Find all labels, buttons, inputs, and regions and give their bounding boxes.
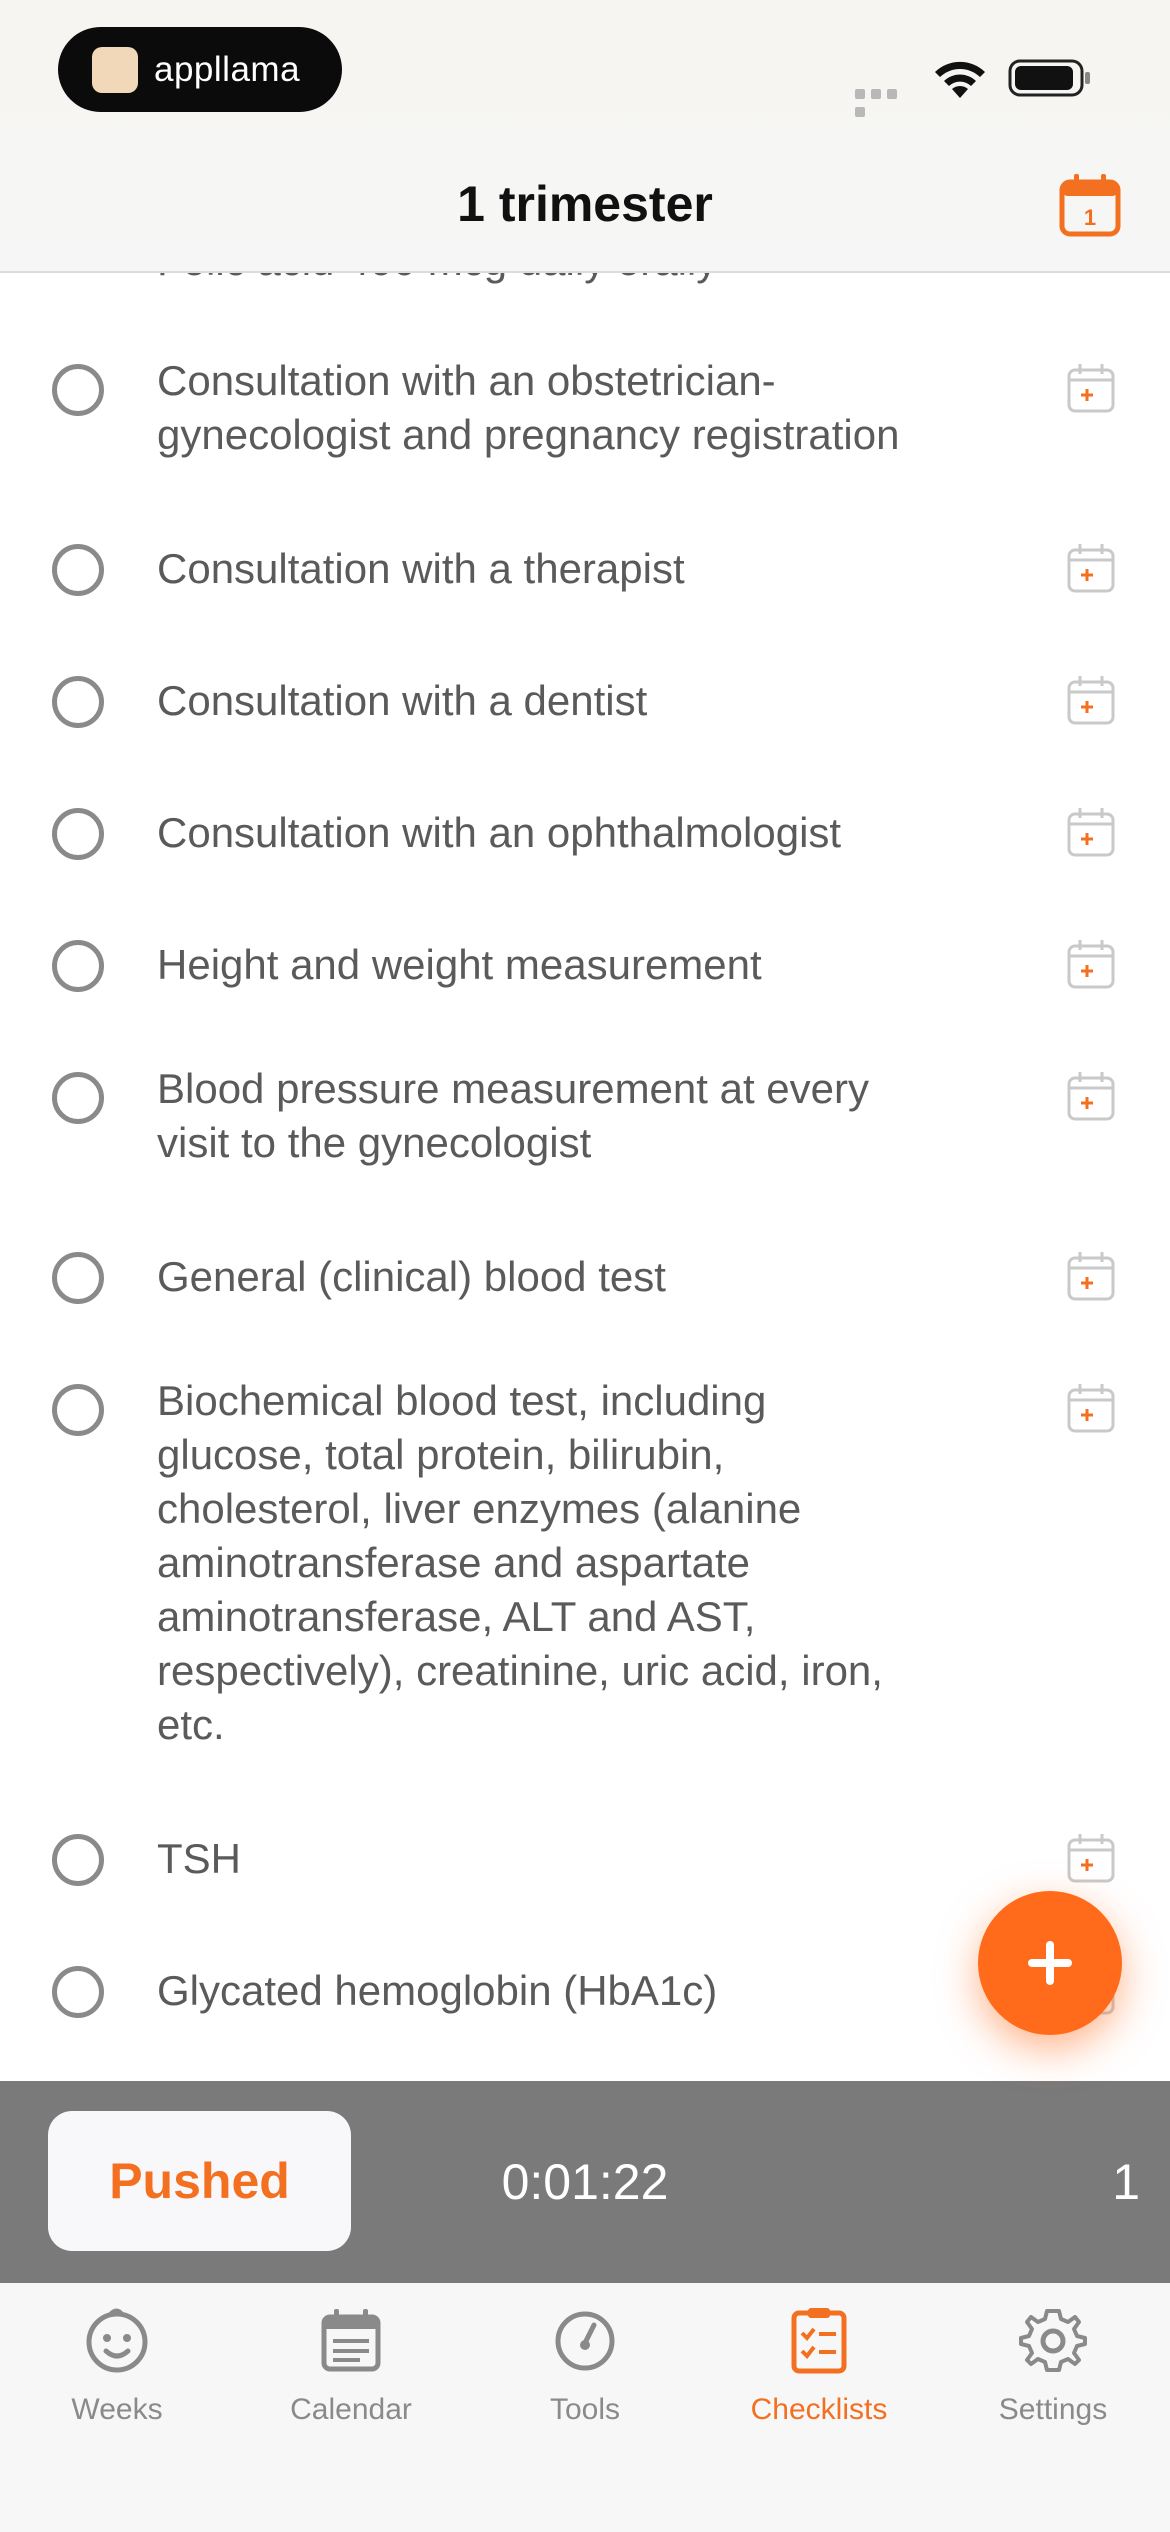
item-checkbox[interactable]	[52, 808, 104, 860]
item-label-line: etc.	[157, 1701, 225, 1748]
tab-label: Calendar	[290, 2393, 412, 2426]
contraction-timer-bar: Pushed 0:01:22 1	[0, 2081, 1170, 2283]
battery-icon	[1008, 59, 1090, 97]
item-label: Glycated hemoglobin (HbA1c)	[157, 1967, 718, 2014]
tab-weeks[interactable]: Weeks	[0, 2305, 234, 2455]
item-checkbox[interactable]	[52, 1966, 104, 2018]
checklist-icon	[791, 2308, 847, 2374]
calendar-date-icon[interactable]: 1	[1058, 172, 1122, 238]
calendar-icon	[321, 2309, 381, 2372]
baby-face-icon	[86, 2308, 148, 2373]
item-label: Consultation with a dentist	[157, 677, 648, 724]
tab-settings[interactable]: Settings	[936, 2305, 1170, 2455]
item-label: TSH	[157, 1835, 241, 1882]
tab-label: Tools	[549, 2393, 621, 2426]
item-checkbox[interactable]	[52, 1252, 104, 1304]
add-to-calendar-icon[interactable]	[1066, 1832, 1116, 1884]
tab-calendar[interactable]: Calendar	[234, 2305, 468, 2455]
add-to-calendar-icon[interactable]	[1066, 1250, 1116, 1302]
item-label: Consultation with a therapist	[157, 545, 685, 592]
svg-text:1: 1	[1084, 205, 1096, 230]
top-header: appllama 1 trimester 1	[0, 0, 1170, 273]
item-label-line: glucose, total protein, bilirubin,	[157, 1431, 725, 1478]
item-label-line: visit to the gynecologist	[157, 1119, 592, 1166]
item-checkbox[interactable]	[52, 364, 104, 416]
tab-label: Checklists	[750, 2393, 888, 2426]
item-label: Consultation with an obstetrician- gynec…	[157, 354, 997, 462]
item-checkbox[interactable]	[52, 1072, 104, 1124]
item-label: Blood pressure measurement at every visi…	[157, 1062, 997, 1170]
tab-label: Settings	[998, 2393, 1108, 2426]
cellular-signal-icon	[855, 86, 915, 117]
item-label: General (clinical) blood test	[157, 1253, 666, 1300]
item-label-line: aminotransferase, ALT and AST,	[157, 1593, 756, 1640]
elapsed-time: 0:01:22	[501, 2154, 669, 2210]
item-label-line: gynecologist and pregnancy registration	[157, 411, 900, 458]
add-to-calendar-icon[interactable]	[1066, 938, 1116, 990]
gauge-icon	[555, 2311, 615, 2371]
push-count: 1	[1112, 2154, 1140, 2210]
brand-badge: appllama	[58, 27, 342, 112]
item-label: Biochemical blood test, including glucos…	[157, 1374, 997, 1752]
add-to-calendar-icon[interactable]	[1066, 674, 1116, 726]
brand-name: appllama	[154, 49, 301, 89]
item-label-line: respectively), creatinine, uric acid, ir…	[157, 1647, 883, 1694]
add-to-calendar-icon[interactable]	[1066, 1382, 1116, 1434]
tab-tools[interactable]: Tools	[468, 2305, 702, 2455]
add-to-calendar-icon[interactable]	[1066, 542, 1116, 594]
tab-label: Weeks	[71, 2393, 163, 2426]
item-label-line: Consultation with an obstetrician-	[157, 357, 776, 404]
gear-icon	[1019, 2309, 1087, 2372]
page-title: 1 trimester	[457, 176, 713, 232]
item-checkbox[interactable]	[52, 544, 104, 596]
item-checkbox[interactable]	[52, 1834, 104, 1886]
item-checkbox[interactable]	[52, 1384, 104, 1436]
item-checkbox[interactable]	[52, 940, 104, 992]
item-label-line: aminotransferase and aspartate	[157, 1539, 751, 1586]
add-to-calendar-icon[interactable]	[1066, 1070, 1116, 1122]
item-label: Consultation with an ophthalmologist	[157, 809, 842, 856]
item-label: Height and weight measurement	[157, 941, 762, 988]
item-label-line: cholesterol, liver enzymes (alanine	[157, 1485, 802, 1532]
add-to-calendar-icon[interactable]	[1066, 362, 1116, 414]
pushed-button[interactable]: Pushed	[48, 2111, 351, 2251]
tab-checklists[interactable]: Checklists	[702, 2305, 936, 2455]
item-label-line: Blood pressure measurement at every	[157, 1065, 870, 1112]
item-label-line: Biochemical blood test, including	[157, 1377, 767, 1424]
wifi-icon	[935, 61, 985, 98]
add-item-button[interactable]	[978, 1891, 1122, 2035]
tab-bar: Weeks Calendar Tools Checklists Settings	[0, 2283, 1170, 2532]
add-to-calendar-icon[interactable]	[1066, 806, 1116, 858]
item-checkbox[interactable]	[52, 676, 104, 728]
llama-logo-icon	[92, 46, 138, 93]
plus-icon	[1028, 1941, 1072, 1985]
